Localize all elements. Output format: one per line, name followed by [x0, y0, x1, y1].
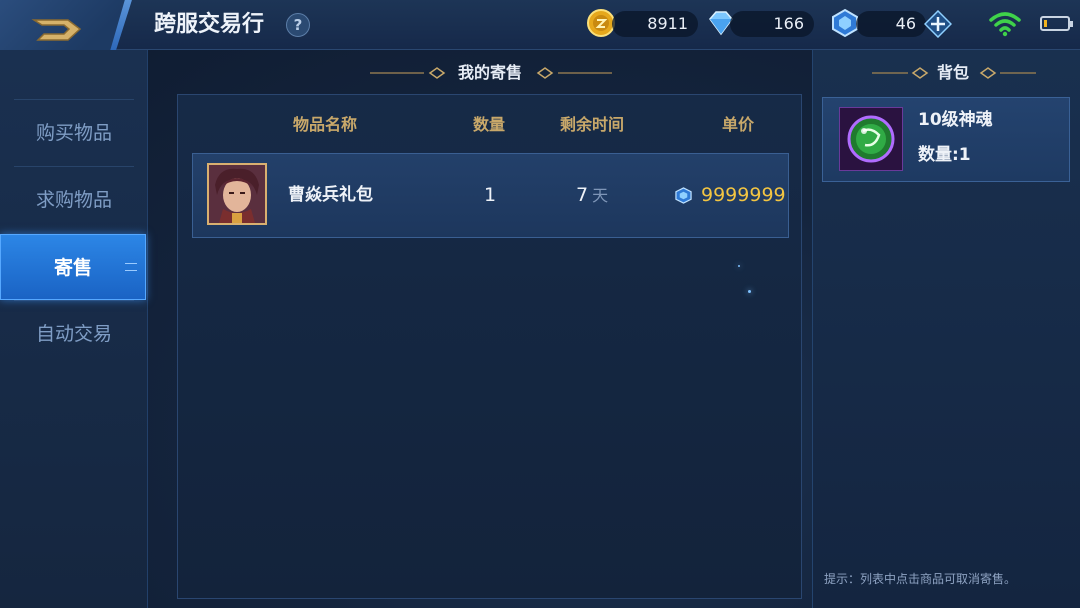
- column-header-price: 单价: [721, 115, 754, 134]
- hero-avatar-icon: [207, 163, 267, 225]
- sidebar-item-buy[interactable]: 购买物品: [14, 99, 134, 165]
- diamond-count: 166: [730, 11, 814, 37]
- item-quantity: 1: [483, 184, 497, 206]
- gem-coupon-icon: [675, 187, 692, 204]
- sidebar-item-label: 寄售: [53, 257, 92, 279]
- wifi-icon: [989, 12, 1021, 37]
- sparkle-decoration: [738, 265, 740, 267]
- sidebar-item-label: 求购物品: [35, 189, 112, 211]
- add-currency-icon[interactable]: [924, 10, 952, 38]
- header-ornament-right-icon: [536, 67, 612, 79]
- sidebar-item-label: 自动交易: [35, 323, 112, 345]
- selected-marker-icon: [125, 263, 137, 271]
- battery-icon: [1040, 16, 1073, 31]
- my-consignment-title: 我的寄售: [457, 63, 522, 82]
- soul-orb-icon: [839, 107, 903, 171]
- remaining-time-unit: 天: [592, 186, 609, 205]
- header-ornament-left-icon: [872, 67, 929, 79]
- column-header-time: 剩余时间: [559, 115, 624, 134]
- sidebar-item-request[interactable]: 求购物品: [14, 166, 134, 232]
- page-title: 跨服交易行: [154, 12, 265, 37]
- bag-title: 背包: [936, 63, 969, 82]
- column-header-name: 物品名称: [292, 115, 357, 134]
- item-name: 曹焱兵礼包: [288, 185, 373, 205]
- sidebar-item-label: 购买物品: [35, 122, 112, 144]
- header-ornament-right-icon: [979, 67, 1036, 79]
- hint-text: 提示：列表中点击商品可取消寄售。: [824, 572, 1017, 586]
- header-ornament-left-icon: [370, 67, 446, 79]
- battery-level: [1044, 20, 1047, 27]
- bag-item-quantity: 数量:1: [918, 145, 971, 165]
- help-button[interactable]: ?: [286, 13, 310, 37]
- sparkle-decoration: [748, 290, 751, 293]
- gem-coupon-count: 46: [856, 11, 926, 37]
- gold-coin-count: 8911: [612, 11, 698, 37]
- back-arrow-icon: [31, 19, 82, 41]
- remaining-time: 7天: [576, 182, 608, 208]
- bag-item-name: 10级神魂: [918, 110, 993, 130]
- sidebar-item-consign[interactable]: 寄售: [0, 234, 146, 300]
- remaining-time-value: 7: [576, 184, 589, 206]
- sidebar-item-auto-trade[interactable]: 自动交易: [14, 300, 134, 366]
- unit-price: 9999999: [701, 184, 786, 206]
- column-header-quantity: 数量: [472, 115, 505, 134]
